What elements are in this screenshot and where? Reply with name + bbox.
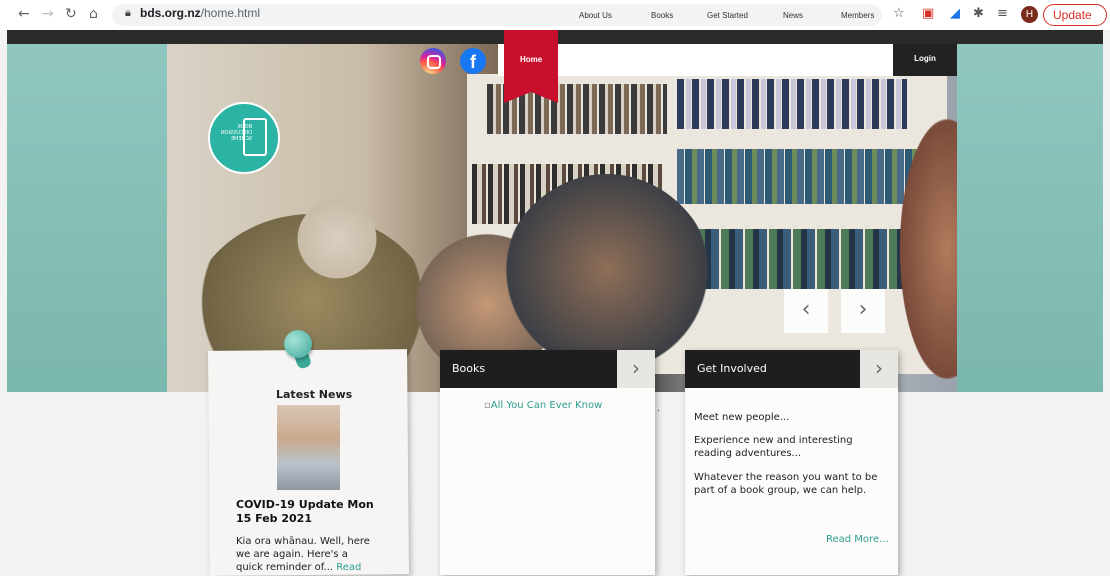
news-title[interactable]: COVID-19 Update Mon 15 Feb 2021	[236, 498, 386, 526]
url-domain: bds.org.nz	[140, 6, 201, 20]
nav-item-about-us[interactable]: About Us	[579, 11, 612, 20]
get-involved-card: Get Involved › Meet new people... Experi…	[685, 350, 898, 575]
nav-item-home[interactable]: Home	[520, 55, 542, 64]
broken-image-icon: ▫	[484, 400, 491, 411]
site-logo[interactable]: BOOK DISCUSSION SCHEME	[208, 102, 280, 174]
person	[282, 194, 392, 284]
extensions-puzzle-icon[interactable]: ✱	[973, 6, 984, 21]
book-image-alt: All You Can Ever Know	[490, 400, 603, 411]
book-row	[687, 229, 917, 289]
get-involved-arrow[interactable]: ›	[860, 350, 898, 388]
logo-mark	[243, 118, 267, 156]
update-button[interactable]: Update ⋮	[1043, 4, 1107, 42]
browser-toolbar: ← → ↻ ⌂ 🔒︎ bds.org.nz/home.html ☆ ▣ ◢ ✱ …	[0, 0, 1110, 42]
book-row	[677, 79, 907, 129]
books-card-arrow[interactable]: ›	[617, 350, 655, 388]
news-excerpt: Kia ora whānau. Well, here we are again.…	[236, 535, 376, 574]
instagram-icon[interactable]	[420, 48, 446, 74]
pushpin-icon	[284, 330, 312, 358]
nav-item-news[interactable]: News	[783, 11, 803, 20]
update-label: Update	[1053, 8, 1092, 22]
url-text[interactable]: bds.org.nz/home.html	[140, 6, 260, 20]
involved-line-1: Meet new people...	[694, 412, 790, 423]
login-button[interactable]: Login	[893, 44, 957, 76]
reading-list-icon[interactable]: ≡	[997, 6, 1008, 21]
news-thumbnail[interactable]	[277, 405, 340, 490]
main-nav	[498, 44, 957, 76]
url-path: /home.html	[200, 6, 261, 20]
stray-dot: .	[657, 404, 660, 414]
lock-icon[interactable]: 🔒︎	[125, 6, 131, 20]
carousel-prev-button[interactable]: ‹	[784, 289, 828, 333]
involved-line-2: Experience new and interesting reading a…	[694, 435, 853, 459]
home-icon[interactable]: ⌂	[89, 6, 98, 22]
books-card: Books › ▫All You Can Ever Know	[440, 350, 655, 575]
books-card-heading[interactable]: Books	[440, 350, 617, 388]
involved-line-3: Whatever the reason you want to be part …	[694, 472, 878, 496]
nav-item-get-started[interactable]: Get Started	[707, 11, 748, 20]
forward-icon[interactable]: →	[42, 6, 54, 22]
nav-item-members[interactable]: Members	[841, 11, 874, 20]
carousel-next-button[interactable]: ›	[841, 289, 885, 333]
news-read-link[interactable]: Read	[336, 562, 361, 573]
book-image-placeholder[interactable]: ▫All You Can Ever Know	[484, 400, 602, 411]
bookmark-star-icon[interactable]: ☆	[893, 6, 905, 21]
reload-icon[interactable]: ↻	[65, 6, 77, 22]
latest-news-heading: Latest News	[276, 388, 353, 401]
book-row	[677, 149, 917, 204]
read-more-link[interactable]: Read More...	[826, 533, 889, 546]
profile-avatar[interactable]: H	[1021, 6, 1038, 23]
nav-item-books[interactable]: Books	[651, 11, 673, 20]
facebook-icon[interactable]: f	[460, 48, 486, 74]
extension-pen-icon[interactable]: ◢	[950, 6, 960, 21]
get-involved-heading[interactable]: Get Involved	[685, 350, 860, 388]
back-icon[interactable]: ←	[18, 6, 30, 22]
extension-icon[interactable]: ▣	[922, 6, 934, 21]
